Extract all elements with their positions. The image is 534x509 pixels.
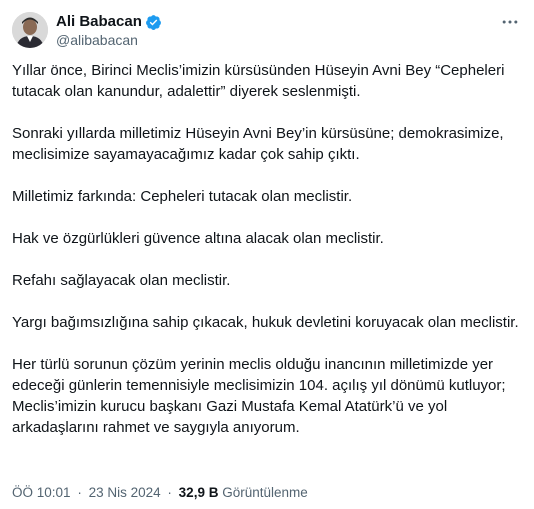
tweet-paragraph: Refahı sağlayacak olan meclistir. [12,272,231,289]
tweet-paragraph: Her türlü sorunun çözüm yerinin meclis o… [12,356,506,436]
name-row: Ali Babacan [56,13,162,31]
author-names: Ali Babacan @alibabacan [56,13,162,49]
tweet-paragraph: Sonraki yıllarda milletimiz Hüseyin Avni… [12,125,504,163]
separator-dot: · [77,485,82,500]
author-handle[interactable]: @alibabacan [56,31,162,49]
tweet-text: Yıllar önce, Birinci Meclis’imizin kürsü… [12,60,522,459]
views-count[interactable]: 32,9 B [179,485,219,500]
tweet-paragraph: Yargı bağımsızlığına sahip çıkacak, huku… [12,314,519,331]
views-label: Görüntülenme [222,485,308,500]
tweet-date[interactable]: 23 Nis 2024 [89,485,161,500]
tweet-meta: ÖÖ 10:01 · 23 Nis 2024 · 32,9 B Görüntül… [12,484,308,502]
tweet-paragraph: Milletimiz farkında: Cepheleri tutacak o… [12,188,353,205]
tweet: Ali Babacan @alibabacan Yıllar önce, Bir… [0,0,534,509]
tweet-paragraph: Yıllar önce, Birinci Meclis’imizin kürsü… [12,62,505,100]
tweet-header: Ali Babacan @alibabacan [12,12,522,48]
tweet-paragraph: Hak ve özgürlükleri güvence altına alaca… [12,230,384,247]
display-name[interactable]: Ali Babacan [56,13,142,31]
separator-dot: · [167,485,172,500]
verified-badge-icon[interactable] [145,14,162,31]
avatar[interactable] [12,12,48,48]
tweet-time[interactable]: ÖÖ 10:01 [12,485,71,500]
more-horizontal-icon[interactable] [498,12,522,32]
